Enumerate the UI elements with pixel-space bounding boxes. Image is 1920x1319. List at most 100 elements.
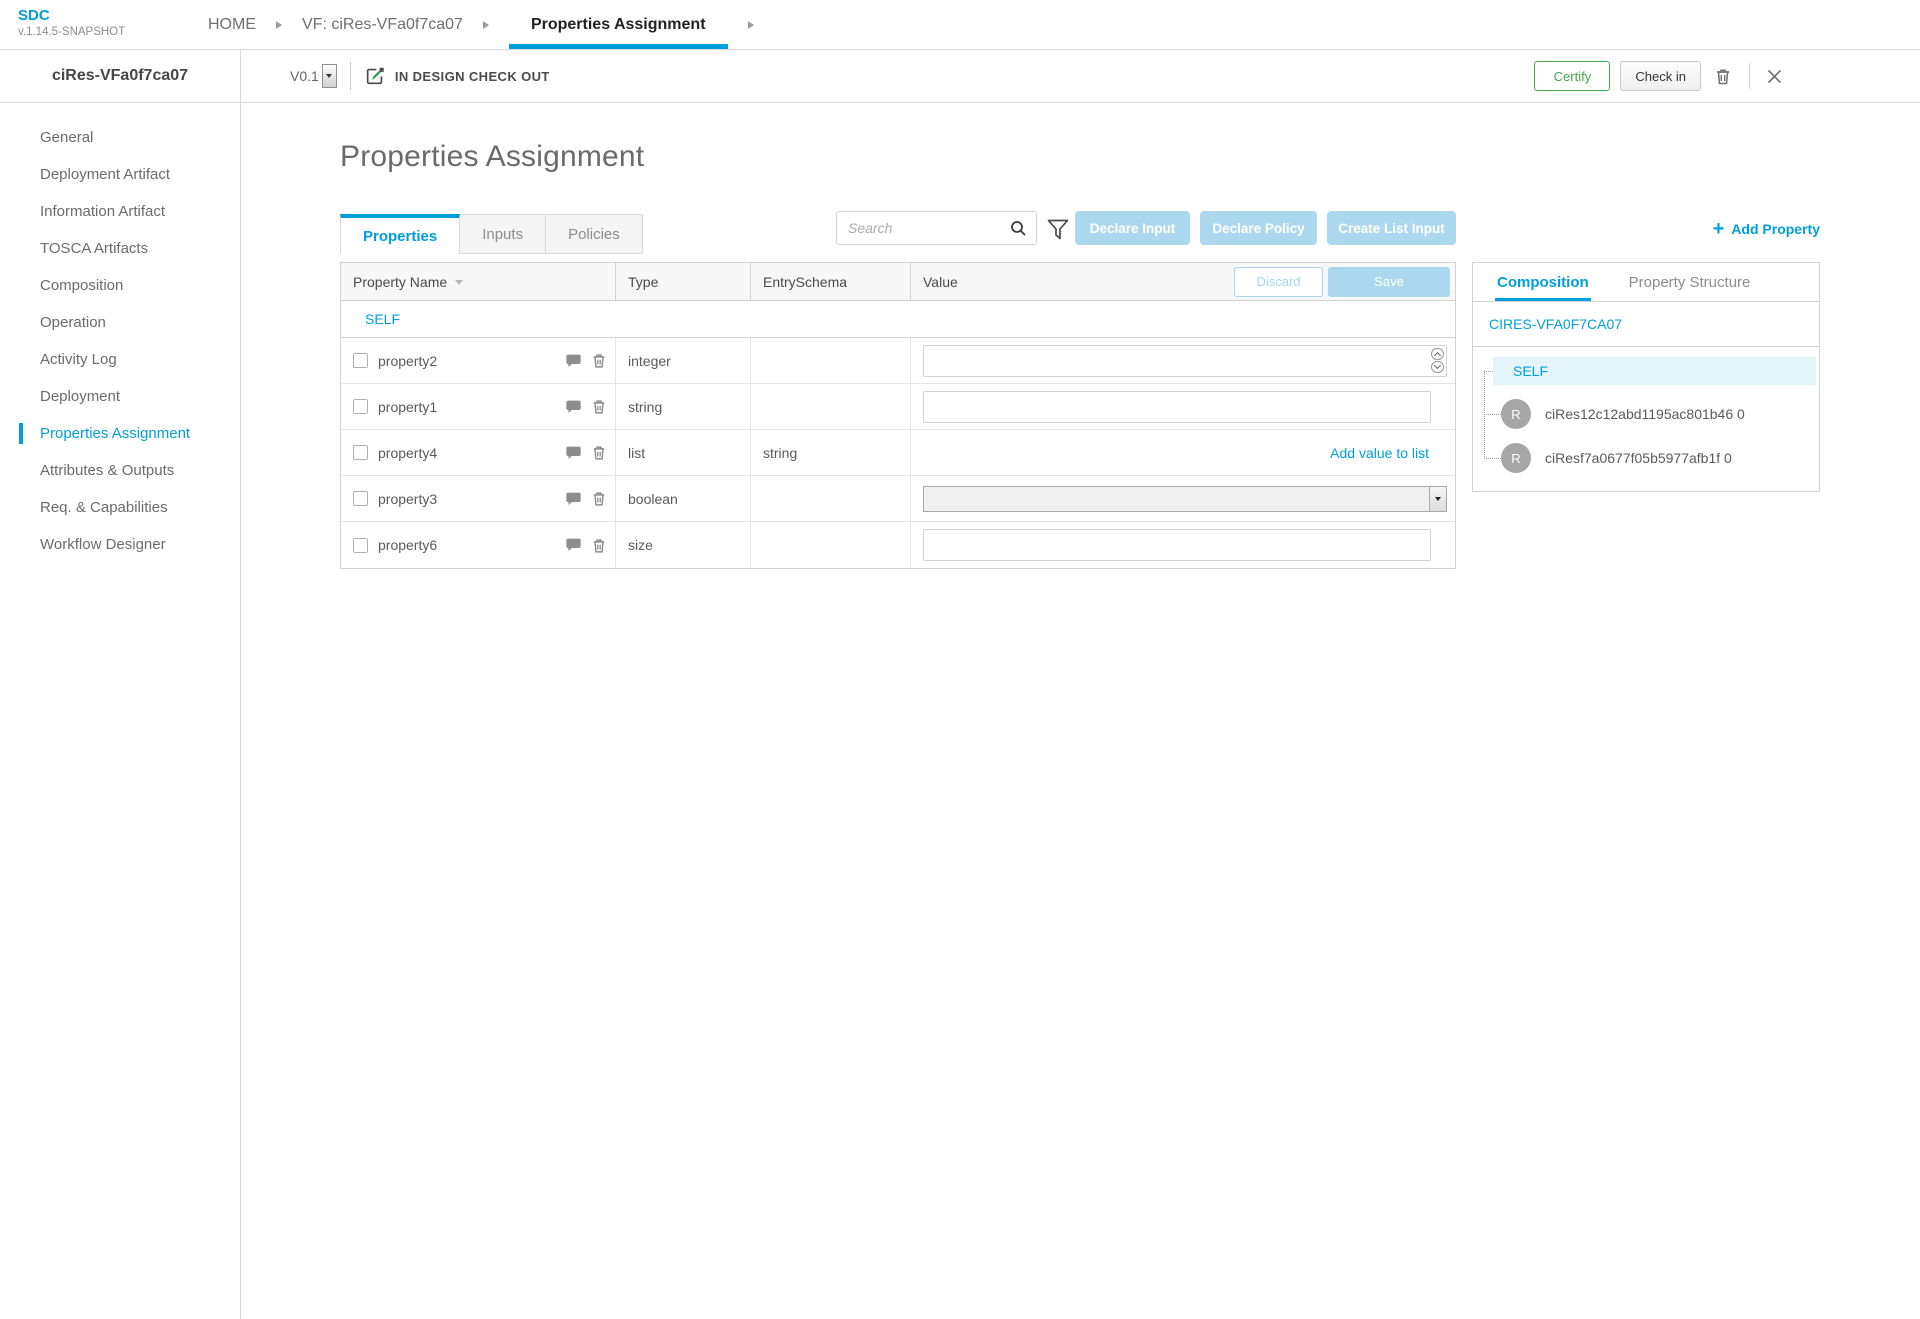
property-name: property1 xyxy=(378,398,438,415)
checkin-button[interactable]: Check in xyxy=(1620,61,1701,91)
top-header: SDC v.1.14.5-SNAPSHOT HOME VF: ciRes-VFa… xyxy=(0,0,1920,50)
status-label: IN DESIGN CHECK OUT xyxy=(394,68,550,84)
comment-icon[interactable] xyxy=(565,491,582,507)
sidebar-item-deployment[interactable]: Deployment xyxy=(0,378,240,415)
sidebar-item-deployment-artifact[interactable]: Deployment Artifact xyxy=(0,156,240,193)
checkout-icon xyxy=(364,65,386,87)
value-text-input[interactable] xyxy=(923,390,1431,423)
main-content: Properties Assignment Properties Inputs … xyxy=(241,103,1920,1319)
type-cell: list xyxy=(616,430,751,475)
entryschema-cell xyxy=(751,476,911,521)
version-select[interactable] xyxy=(321,64,337,88)
app-logo-title: SDC xyxy=(18,7,50,24)
discard-button[interactable]: Discard xyxy=(1234,266,1323,297)
row-checkbox[interactable] xyxy=(353,353,368,368)
breadcrumb-properties-assignment[interactable]: Properties Assignment xyxy=(508,0,728,49)
property-name-cell: property4 xyxy=(341,430,616,475)
sidebar-item-attributes-outputs[interactable]: Attributes & Outputs xyxy=(0,452,240,489)
value-text-input[interactable] xyxy=(923,529,1431,561)
sidebar-item-tosca-artifacts[interactable]: TOSCA Artifacts xyxy=(0,230,240,267)
breadcrumb-separator-icon xyxy=(482,20,489,29)
entryschema-cell xyxy=(751,384,911,429)
column-header-property-name[interactable]: Property Name xyxy=(341,263,616,300)
sidebar-item-information-artifact[interactable]: Information Artifact xyxy=(0,193,240,230)
search-input[interactable] xyxy=(848,220,1010,236)
comment-icon[interactable] xyxy=(565,537,582,553)
delete-row-icon[interactable] xyxy=(591,490,607,507)
version-area: V0.1 xyxy=(290,64,337,88)
app-version: v.1.14.5-SNAPSHOT xyxy=(18,26,126,38)
sort-caret-icon xyxy=(455,280,464,285)
create-list-input-button[interactable]: Create List Input xyxy=(1327,211,1456,245)
filter-icon[interactable] xyxy=(1046,217,1070,243)
resource-avatar: R xyxy=(1501,399,1531,429)
tree-item-resource[interactable]: R ciResf7a0677f05b5977afb1f 0 xyxy=(1484,443,1819,473)
comment-icon[interactable] xyxy=(565,445,582,461)
column-header-value: Value Discard Save xyxy=(911,263,1455,300)
sidebar-item-general[interactable]: General xyxy=(0,119,240,156)
divider xyxy=(349,62,351,90)
delete-row-icon[interactable] xyxy=(591,352,607,369)
delete-row-icon[interactable] xyxy=(591,444,607,461)
tree-item-self[interactable]: SELF xyxy=(1484,357,1816,385)
tab-composition[interactable]: Composition xyxy=(1495,263,1591,301)
value-cell: Add value to list xyxy=(911,430,1455,475)
comment-icon[interactable] xyxy=(565,399,582,415)
property-name: property2 xyxy=(378,352,438,369)
select-dropdown-button[interactable] xyxy=(1429,486,1446,511)
page-title: Properties Assignment xyxy=(340,140,645,173)
column-header-type[interactable]: Type xyxy=(616,263,751,300)
column-header-entryschema[interactable]: EntrySchema xyxy=(751,263,911,300)
number-spinner xyxy=(1431,347,1444,373)
table-row: property3 boolean xyxy=(341,476,1455,522)
save-button[interactable]: Save xyxy=(1328,266,1450,297)
value-select[interactable] xyxy=(923,485,1447,512)
row-checkbox[interactable] xyxy=(353,445,368,460)
group-row-self[interactable]: SELF xyxy=(341,301,1455,338)
declare-policy-button[interactable]: Declare Policy xyxy=(1200,211,1317,245)
property-name-cell: property6 xyxy=(341,522,616,568)
tree-guide-line xyxy=(1484,371,1485,459)
tab-policies[interactable]: Policies xyxy=(546,214,643,254)
sidebar-item-req-capabilities[interactable]: Req. & Capabilities xyxy=(0,489,240,526)
sidebar: General Deployment Artifact Information … xyxy=(0,103,241,1319)
row-checkbox[interactable] xyxy=(353,491,368,506)
tab-properties[interactable]: Properties xyxy=(340,214,461,254)
type-cell: string xyxy=(616,384,751,429)
sidebar-item-operation[interactable]: Operation xyxy=(0,304,240,341)
value-number-input[interactable] xyxy=(923,344,1447,377)
sidebar-item-composition[interactable]: Composition xyxy=(0,267,240,304)
delete-row-icon[interactable] xyxy=(591,537,607,554)
hierarchy-root[interactable]: CIRES-VFA0F7CA07 xyxy=(1473,302,1819,347)
sidebar-item-workflow-designer[interactable]: Workflow Designer xyxy=(0,526,240,563)
breadcrumb-vf[interactable]: VF: ciRes-VFa0f7ca07 xyxy=(302,0,463,49)
certify-button[interactable]: Certify xyxy=(1534,61,1611,91)
breadcrumb-home[interactable]: HOME xyxy=(208,0,256,49)
breadcrumb-separator-icon xyxy=(276,20,282,29)
chevron-down-icon xyxy=(1435,496,1441,501)
entryschema-cell xyxy=(751,522,911,568)
spinner-up-icon[interactable] xyxy=(1431,347,1444,360)
close-icon[interactable] xyxy=(1764,66,1785,87)
sidebar-item-properties-assignment[interactable]: Properties Assignment xyxy=(0,415,240,452)
value-cell xyxy=(911,476,1455,521)
row-checkbox[interactable] xyxy=(353,399,368,414)
tree-item-resource[interactable]: R ciRes12c12abd1195ac801b46 0 xyxy=(1484,399,1819,429)
tab-inputs[interactable]: Inputs xyxy=(460,214,547,254)
delete-button[interactable] xyxy=(1711,64,1735,88)
entryschema-cell xyxy=(751,338,911,383)
declare-input-button[interactable]: Declare Input xyxy=(1075,211,1190,245)
controls-row: Properties Inputs Policies Search Declar… xyxy=(340,211,1820,254)
row-checkbox[interactable] xyxy=(353,537,368,553)
table-row: property6 size xyxy=(341,522,1455,568)
add-property-button[interactable]: + Add Property xyxy=(1713,219,1820,239)
search-icon[interactable] xyxy=(1010,220,1027,237)
declare-actions: Declare Input Declare Policy Create List… xyxy=(1075,211,1456,245)
sidebar-item-activity-log[interactable]: Activity Log xyxy=(0,341,240,378)
property-name-cell: property1 xyxy=(341,384,616,429)
tab-property-structure[interactable]: Property Structure xyxy=(1629,263,1751,301)
add-value-to-list-link[interactable]: Add value to list xyxy=(1330,445,1429,461)
comment-icon[interactable] xyxy=(565,353,582,369)
delete-row-icon[interactable] xyxy=(591,398,607,415)
spinner-down-icon[interactable] xyxy=(1431,360,1444,373)
